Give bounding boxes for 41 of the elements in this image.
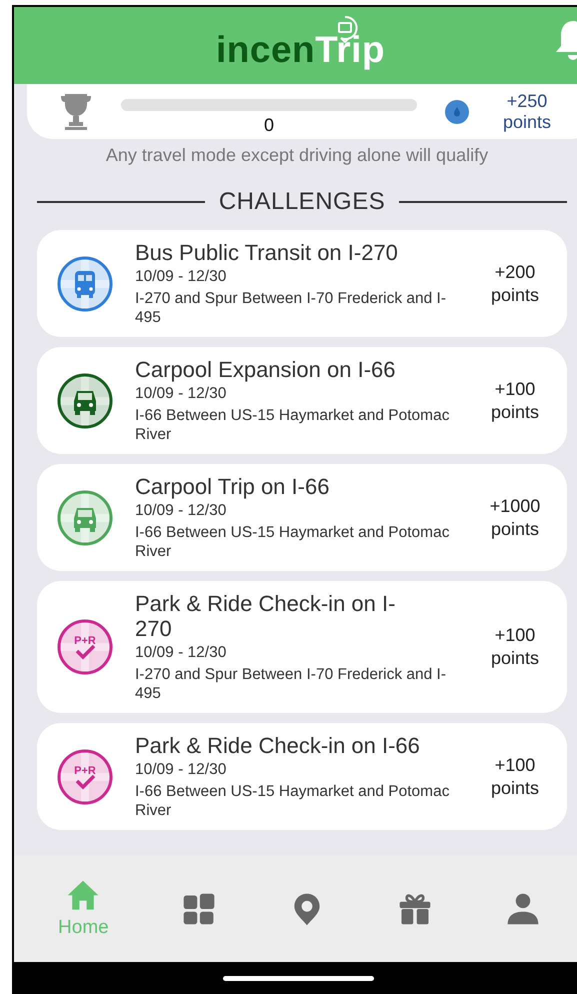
- qualify-note: Any travel mode except driving alone will qualify: [104, 145, 490, 166]
- challenge-points: +100 points: [490, 624, 540, 670]
- challenge-title: Park & Ride Check-in on I-270: [135, 591, 396, 641]
- person-tab[interactable]: [504, 890, 541, 926]
- challenge-dates: 10/09 - 12/30: [135, 268, 228, 286]
- challenge-card[interactable]: Carpool Expansion on I-66 10/09 - 12/30 I-66 Between US-15 Haymarket and Potomac River +100 points: [37, 347, 567, 454]
- challenge-dates: 10/09 - 12/30: [135, 761, 228, 779]
- challenge-location: I-270 and Spur Between I-70 Frederick and I-495: [135, 665, 448, 703]
- challenge-location: I-66 Between US-15 Haymarket and Potomac River: [135, 406, 450, 444]
- challenge-location: I-66 Between US-15 Haymarket and Potomac River: [135, 523, 450, 561]
- carpool-icon: [57, 372, 113, 428]
- challenge-title: Bus Public Transit on I-270: [135, 240, 399, 265]
- app-logo: incenTrip: [216, 28, 385, 70]
- challenge-title: Carpool Trip on I-66: [135, 474, 330, 499]
- reward-points: +250 points: [502, 90, 552, 132]
- challenge-dates: 10/09 - 12/30: [135, 385, 228, 403]
- challenge-dates: 10/09 - 12/30: [135, 502, 228, 520]
- challenge-card[interactable]: P+R Park & Ride Check-in on I-270 10/09 - 12/30 I-270 and Spur Between I-70 Frederick and I-495 +100 points: [37, 581, 567, 713]
- challenge-points: +100 points: [490, 378, 540, 424]
- challenge-card[interactable]: Bus Public Transit on I-270 10/09 - 12/30 I-270 and Spur Between I-70 Frederick and I-495 +200 points: [37, 230, 567, 337]
- challenge-location: I-66 Between US-15 Haymarket and Potomac River: [135, 782, 450, 820]
- challenge-dates: 10/09 - 12/30: [135, 644, 228, 662]
- challenge-title: Carpool Expansion on I-66: [135, 357, 396, 382]
- drop-icon: [445, 100, 469, 124]
- challenge-points: +200 points: [490, 260, 540, 306]
- person-icon: [504, 890, 541, 926]
- challenge-card[interactable]: P+R Park & Ride Check-in on I-66 10/09 - 12/30 I-66 Between US-15 Haymarket and Potomac River +100 points: [37, 723, 567, 830]
- challenge-points: +100 points: [490, 754, 540, 800]
- progress-count: 0: [264, 115, 274, 136]
- parkride-icon: P+R: [57, 748, 113, 804]
- parkride-icon: P+R: [57, 619, 113, 675]
- challenge-location: I-270 and Spur Between I-70 Frederick and I-495: [135, 289, 448, 327]
- challenge-card[interactable]: Carpool Trip on I-66 10/09 - 12/30 I-66 Between US-15 Haymarket and Potomac River +1000 points: [37, 464, 567, 571]
- grid-tab[interactable]: [180, 890, 217, 926]
- grid-icon: [180, 890, 217, 926]
- challenge-title: Park & Ride Check-in on I-66: [135, 733, 420, 758]
- carpool-icon: [57, 490, 113, 546]
- trophy-icon: [59, 92, 93, 132]
- section-title: CHALLENGES: [218, 188, 386, 216]
- bus-icon: [57, 256, 113, 312]
- challenge-points: +1000 points: [488, 494, 542, 540]
